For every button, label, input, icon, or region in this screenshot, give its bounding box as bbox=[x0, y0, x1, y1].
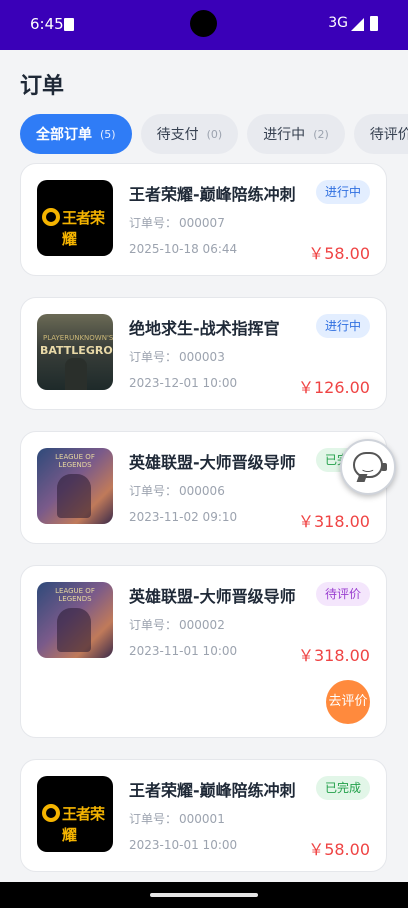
tab-pending-payment[interactable]: 待支付 (0) bbox=[140, 114, 239, 154]
order-title: 王者荣耀-巅峰陪练冲刺 bbox=[129, 781, 296, 800]
game-thumbnail: PLAYERUNKNOWN'S BATTLEGROUNDS bbox=[37, 314, 113, 390]
game-logo: 王者荣耀 bbox=[42, 206, 108, 248]
tab-label: 进行中 bbox=[263, 127, 306, 143]
tab-count: (0) bbox=[206, 127, 223, 141]
order-card[interactable]: 王者荣耀 王者荣耀-巅峰陪练冲刺 已完成 订单号： 000001 2023-10-… bbox=[20, 759, 387, 872]
signal-icon bbox=[351, 18, 364, 31]
home-gesture-handle[interactable] bbox=[150, 893, 258, 897]
order-card[interactable]: 王者荣耀 王者荣耀-巅峰陪练冲刺 进行中 订单号： 000007 2025-10-… bbox=[20, 163, 387, 276]
game-thumbnail: 王者荣耀 bbox=[37, 180, 113, 256]
order-title: 王者荣耀-巅峰陪练冲刺 bbox=[129, 185, 296, 204]
status-badge: 待评价 bbox=[315, 582, 370, 606]
order-number: 订单号： 000006 bbox=[129, 484, 225, 498]
tab-count: (2) bbox=[313, 127, 329, 141]
customer-service-button[interactable]: ‿ bbox=[340, 439, 396, 495]
status-badge: 进行中 bbox=[315, 180, 370, 204]
order-title: 绝地求生-战术指挥官 bbox=[129, 319, 280, 338]
order-number: 订单号： 000001 bbox=[129, 812, 225, 826]
tab-count: (5) bbox=[100, 127, 116, 141]
order-card[interactable]: PLAYERUNKNOWN'S BATTLEGROUNDS 绝地求生-战术指挥官… bbox=[20, 297, 387, 410]
order-number: 订单号： 000002 bbox=[129, 618, 225, 632]
status-bar: 6:45 3G bbox=[0, 0, 408, 50]
status-badge: 已完成 bbox=[315, 776, 370, 800]
order-time: 2023-11-02 09:10 bbox=[129, 510, 238, 524]
order-number: 订单号： 000003 bbox=[129, 350, 225, 364]
battery-icon bbox=[370, 16, 378, 31]
network-type: 3G bbox=[328, 15, 348, 31]
order-title: 英雄联盟-大师晋级导师 bbox=[129, 587, 296, 606]
game-logo: 王者荣耀 bbox=[42, 802, 108, 844]
tab-pending-review[interactable]: 待评价 bbox=[353, 114, 408, 154]
game-thumbnail: LEAGUE OF LEGENDS bbox=[37, 582, 113, 658]
game-thumbnail: LEAGUE OF LEGENDS bbox=[37, 448, 113, 524]
order-price: ￥126.00 bbox=[298, 378, 370, 397]
tab-label: 全部订单 bbox=[36, 127, 92, 143]
tab-in-progress[interactable]: 进行中 (2) bbox=[247, 114, 345, 154]
order-title: 英雄联盟-大师晋级导师 bbox=[129, 453, 296, 472]
order-time: 2023-11-01 10:00 bbox=[129, 644, 238, 658]
system-navigation-bar bbox=[0, 882, 408, 908]
page-title: 订单 bbox=[20, 74, 65, 99]
order-card[interactable]: LEAGUE OF LEGENDS 英雄联盟-大师晋级导师 已完成 订单号：00… bbox=[20, 431, 387, 544]
tab-all-orders[interactable]: 全部订单 (5) bbox=[20, 114, 132, 154]
order-time: 2023-12-01 10:00 bbox=[129, 376, 238, 390]
order-time: 2023-10-01 10:00 bbox=[129, 838, 238, 852]
review-button[interactable]: 去评价 bbox=[326, 680, 370, 724]
tab-label: 待评价 bbox=[369, 127, 408, 143]
status-badge: 进行中 bbox=[315, 314, 370, 338]
order-number: 订单号： 000007 bbox=[129, 216, 225, 230]
order-time: 2025-10-18 06:44 bbox=[129, 242, 238, 256]
order-card[interactable]: LEAGUE OF LEGENDS 英雄联盟-大师晋级导师 待评价 订单号： 00… bbox=[20, 565, 387, 738]
status-time: 6:45 bbox=[30, 15, 64, 33]
order-price: ￥318.00 bbox=[298, 646, 370, 665]
game-thumbnail: 王者荣耀 bbox=[37, 776, 113, 852]
tab-label: 待支付 bbox=[156, 127, 199, 143]
order-price: ￥58.00 bbox=[308, 244, 370, 263]
camera-cutout bbox=[190, 10, 217, 37]
order-tabs: 全部订单 (5) 待支付 (0) 进行中 (2) 待评价 bbox=[20, 114, 408, 154]
order-price: ￥318.00 bbox=[298, 512, 370, 531]
order-price: ￥58.00 bbox=[308, 840, 370, 859]
sim-card-icon bbox=[64, 18, 74, 31]
